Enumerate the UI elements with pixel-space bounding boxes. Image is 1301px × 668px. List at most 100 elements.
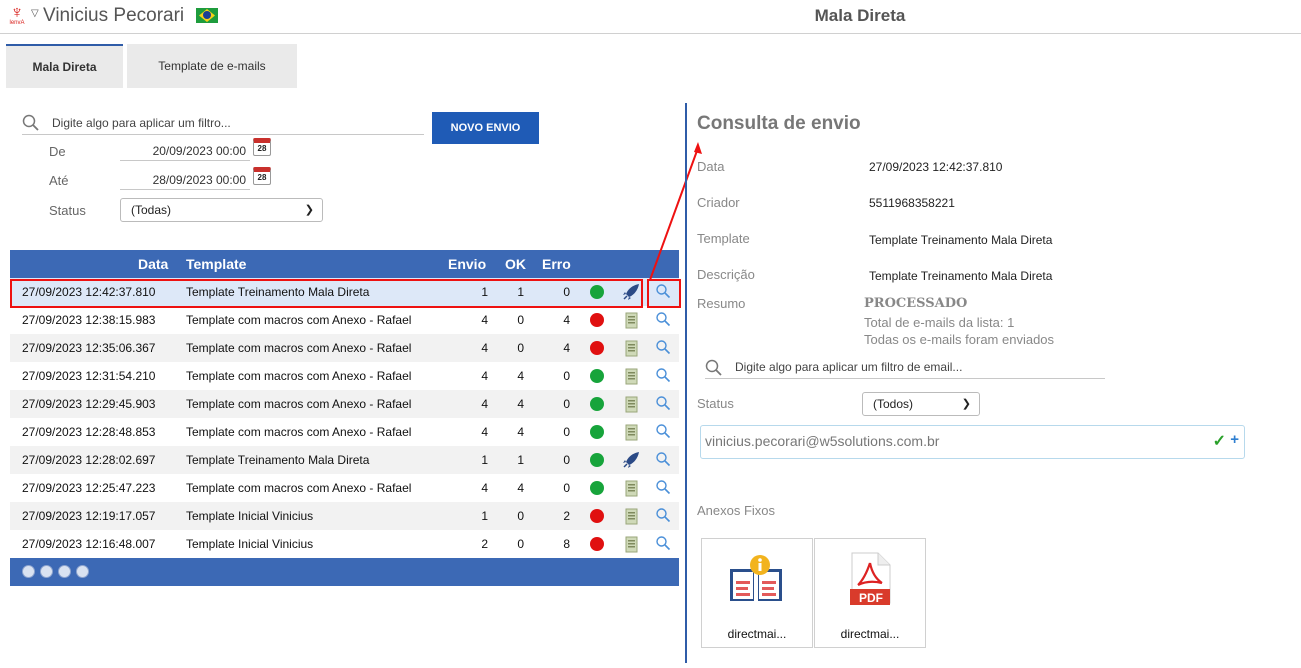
row-erro: 0 (563, 453, 570, 467)
logo-text: lenvA (9, 20, 25, 26)
table-pager (10, 558, 679, 586)
table-row[interactable]: 27/09/2023 12:19:17.057 Template Inicial … (10, 502, 679, 530)
view-details-icon[interactable] (655, 311, 671, 327)
table-row[interactable]: 27/09/2023 12:31:54.210 Template com macr… (10, 362, 679, 390)
detail-criador-label: Criador (697, 195, 740, 210)
row-envio: 4 (481, 313, 488, 327)
rocket-icon[interactable] (621, 282, 641, 302)
table-row[interactable]: 27/09/2023 12:16:48.007 Template Inicial … (10, 530, 679, 558)
row-erro: 0 (563, 481, 570, 495)
table-row[interactable]: 27/09/2023 12:25:47.223 Template com macr… (10, 474, 679, 502)
row-template: Template com macros com Anexo - Rafael (186, 341, 412, 355)
resumo-status: PROCESSADO (864, 296, 968, 311)
view-details-icon[interactable] (655, 395, 671, 411)
view-details-icon[interactable] (655, 367, 671, 383)
status-ok-icon (590, 397, 604, 411)
view-details-icon[interactable] (655, 479, 671, 495)
tab-mala-direta[interactable]: Mala Direta (6, 44, 123, 88)
expand-plus-icon[interactable]: + (1230, 431, 1239, 448)
table-row[interactable]: 27/09/2023 12:38:15.983 Template com macr… (10, 306, 679, 334)
user-menu-caret-icon[interactable]: ▽ (31, 8, 39, 19)
row-date: 27/09/2023 12:28:02.697 (22, 453, 156, 467)
detail-descricao-label: Descrição (697, 267, 755, 282)
col-header-template[interactable]: Template (186, 256, 246, 272)
row-ok: 1 (517, 285, 524, 299)
from-calendar-icon[interactable]: 28 (253, 138, 271, 156)
table-row[interactable]: 27/09/2023 12:28:48.853 Template com macr… (10, 418, 679, 446)
attachment-2[interactable]: PDF directmai... (814, 538, 926, 648)
user-name[interactable]: Vinicius Pecorari (43, 5, 184, 27)
row-envio: 4 (481, 425, 488, 439)
report-icon[interactable] (621, 366, 641, 386)
to-date-field[interactable]: 28/09/2023 00:00 (120, 170, 250, 190)
attachment-1[interactable]: directmai... (701, 538, 813, 648)
status-error-icon (590, 313, 604, 327)
email-filter-input[interactable] (735, 357, 1103, 377)
email-status-value: (Todos) (873, 397, 914, 411)
status-error-icon (590, 509, 604, 523)
page-title: Mala Direta (814, 6, 906, 25)
col-header-data[interactable]: Data (138, 256, 168, 272)
status-error-icon (590, 341, 604, 355)
first-page-icon[interactable] (22, 565, 35, 578)
view-details-icon[interactable] (655, 339, 671, 355)
detail-title: Consulta de envio (697, 113, 861, 134)
tab-template-emails[interactable]: Template de e-mails (127, 44, 297, 88)
row-ok: 4 (517, 369, 524, 383)
report-icon[interactable] (621, 478, 641, 498)
resumo-total: Total de e-mails da lista: 1 (864, 315, 1015, 330)
row-envio: 4 (481, 481, 488, 495)
view-details-icon[interactable] (655, 451, 671, 467)
to-calendar-icon[interactable]: 28 (253, 167, 271, 185)
view-details-icon[interactable] (655, 507, 671, 523)
row-ok: 0 (517, 313, 524, 327)
col-header-erro[interactable]: Erro (542, 256, 571, 272)
brazil-flag-icon[interactable] (196, 8, 218, 23)
last-page-icon[interactable] (76, 565, 89, 578)
novo-envio-button[interactable]: NOVO ENVIO (432, 112, 539, 144)
row-erro: 0 (563, 397, 570, 411)
table-row[interactable]: 27/09/2023 12:28:02.697 Template Treiname… (10, 446, 679, 474)
col-header-ok[interactable]: OK (505, 256, 526, 272)
report-icon[interactable] (621, 338, 641, 358)
view-details-icon[interactable] (655, 423, 671, 439)
anexos-label: Anexos Fixos (697, 503, 776, 518)
status-ok-icon (590, 481, 604, 495)
prev-page-icon[interactable] (40, 565, 53, 578)
search-input[interactable] (52, 113, 424, 133)
row-date: 27/09/2023 12:31:54.210 (22, 369, 156, 383)
detail-data-label: Data (697, 159, 725, 174)
table-row[interactable]: 27/09/2023 12:29:45.903 Template com macr… (10, 390, 679, 418)
report-icon[interactable] (621, 422, 641, 442)
table-row[interactable]: 27/09/2023 12:35:06.367 Template com macr… (10, 334, 679, 362)
status-select-value: (Todas) (131, 203, 172, 217)
report-icon[interactable] (621, 394, 641, 414)
col-header-envio[interactable]: Envio (448, 256, 486, 272)
row-erro: 8 (563, 537, 570, 551)
report-icon[interactable] (621, 534, 641, 554)
pdf-label: PDF (859, 591, 883, 605)
email-recipient-row[interactable]: vinicius.pecorari@w5solutions.com.br ✓ + (700, 425, 1245, 459)
rocket-icon[interactable] (621, 450, 641, 470)
status-ok-icon (590, 453, 604, 467)
report-icon[interactable] (621, 310, 641, 330)
status-label: Status (49, 203, 86, 218)
row-ok: 0 (517, 341, 524, 355)
row-erro: 4 (563, 341, 570, 355)
status-select[interactable]: (Todas) ❯ (120, 198, 323, 222)
email-status-select[interactable]: (Todos) ❯ (862, 392, 980, 416)
from-date-field[interactable]: 20/09/2023 00:00 (120, 141, 250, 161)
row-template: Template com macros com Anexo - Rafael (186, 481, 412, 495)
search-filter (22, 113, 424, 135)
status-ok-icon (590, 285, 604, 299)
view-details-icon[interactable] (655, 535, 671, 551)
row-erro: 0 (563, 285, 570, 299)
table-row[interactable]: 27/09/2023 12:42:37.810 Template Treiname… (10, 278, 679, 306)
detail-status-label: Status (697, 396, 734, 411)
next-page-icon[interactable] (58, 565, 71, 578)
row-ok: 0 (517, 537, 524, 551)
view-details-icon[interactable] (655, 283, 671, 299)
row-ok: 0 (517, 509, 524, 523)
report-icon[interactable] (621, 506, 641, 526)
row-template: Template com macros com Anexo - Rafael (186, 369, 412, 383)
